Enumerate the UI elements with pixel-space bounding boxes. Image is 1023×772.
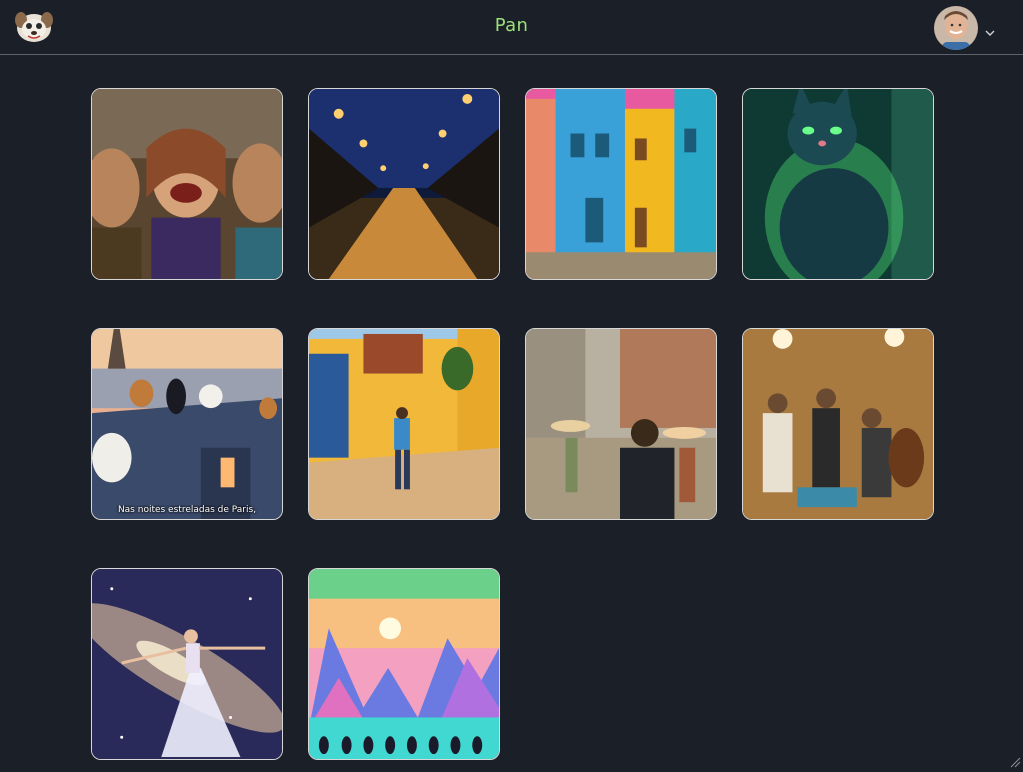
chevron-down-icon[interactable] [985,22,995,36]
app-title: Pan [494,15,529,36]
gallery-card[interactable] [91,568,283,760]
resize-handle-icon[interactable] [1009,753,1021,768]
gallery-card[interactable] [91,88,283,280]
card-caption: Nas noites estreladas de Paris, [117,505,257,515]
top-bar: Pan [0,0,1023,55]
gallery-card[interactable] [742,328,934,520]
gallery-card[interactable] [525,328,717,520]
gallery-card[interactable] [308,328,500,520]
image-gallery: Nas noites estreladas de Paris, [91,88,934,760]
gallery-card[interactable] [742,88,934,280]
gallery-card[interactable]: Nas noites estreladas de Paris, [91,328,283,520]
gallery-card[interactable] [525,88,717,280]
gallery-card[interactable] [308,88,500,280]
gallery-card[interactable] [308,568,500,760]
user-avatar[interactable] [934,6,978,50]
